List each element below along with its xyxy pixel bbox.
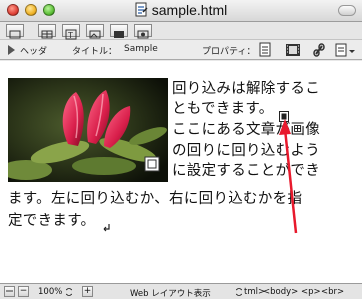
form-mode-button[interactable] <box>134 24 152 39</box>
media-icon <box>114 31 124 38</box>
table-icon <box>41 30 53 39</box>
form-icon <box>137 30 149 39</box>
media-mode-button[interactable] <box>110 24 128 38</box>
zoom-dropdown-icon[interactable] <box>66 288 72 296</box>
property-label: プロパティ： <box>202 47 256 57</box>
property-bar: ヘッダ タイトル： Sample プロパティ： <box>0 40 362 60</box>
tag-path-p[interactable]: <p> <box>301 287 321 297</box>
link-chain-icon[interactable] <box>312 42 326 58</box>
text-mode-button[interactable]: T <box>62 24 80 40</box>
page-properties-icon[interactable] <box>258 42 272 58</box>
title-bar: sample.html <box>0 0 362 22</box>
annotation-arrow <box>279 119 298 234</box>
head-label[interactable]: ヘッダ <box>20 44 47 57</box>
text-icon: T <box>65 29 77 40</box>
split-view-button[interactable] <box>4 286 15 297</box>
title-label: タイトル： <box>72 47 118 57</box>
image-icon <box>89 30 101 39</box>
split-icon <box>6 290 13 292</box>
zoom-out-button[interactable]: − <box>18 286 29 297</box>
view-mode-select[interactable]: Web レイアウト表示 <box>130 287 211 299</box>
document-editing-area[interactable]: 回り込みは解除するこ ともできます。 ここにある文章が画像 の回りに回り込むよう… <box>0 61 362 283</box>
app-window: sample.html T ヘッダ タイトル： Sample プロパティ： 回り… <box>0 0 362 299</box>
layout-icon <box>9 30 21 39</box>
zoom-in-button[interactable]: + <box>82 286 93 297</box>
view-mode-dropdown-icon[interactable] <box>236 288 242 296</box>
window-title: sample.html <box>0 2 362 18</box>
tag-path-body[interactable]: <body> <box>263 287 298 297</box>
inspector-dropdown-icon[interactable] <box>335 42 357 58</box>
status-bar: − 100% + Web レイアウト表示 tml> <body> <p> <br… <box>0 283 362 299</box>
film-strip-icon[interactable] <box>285 42 301 58</box>
mode-toolbar: T <box>0 22 362 40</box>
tag-path-html[interactable]: tml> <box>244 287 265 297</box>
toolbar-toggle-button[interactable] <box>338 5 356 16</box>
html-document-icon <box>135 2 148 17</box>
head-disclosure-triangle-icon[interactable] <box>8 45 15 55</box>
layout-mode-button[interactable] <box>6 24 24 39</box>
title-field[interactable]: Sample <box>124 44 158 54</box>
image-mode-button[interactable] <box>86 24 104 39</box>
table-mode-button[interactable] <box>38 24 56 39</box>
zoom-level[interactable]: 100% <box>38 287 62 297</box>
window-title-text: sample.html <box>151 2 228 18</box>
tag-path-br[interactable]: <br> <box>321 287 344 297</box>
